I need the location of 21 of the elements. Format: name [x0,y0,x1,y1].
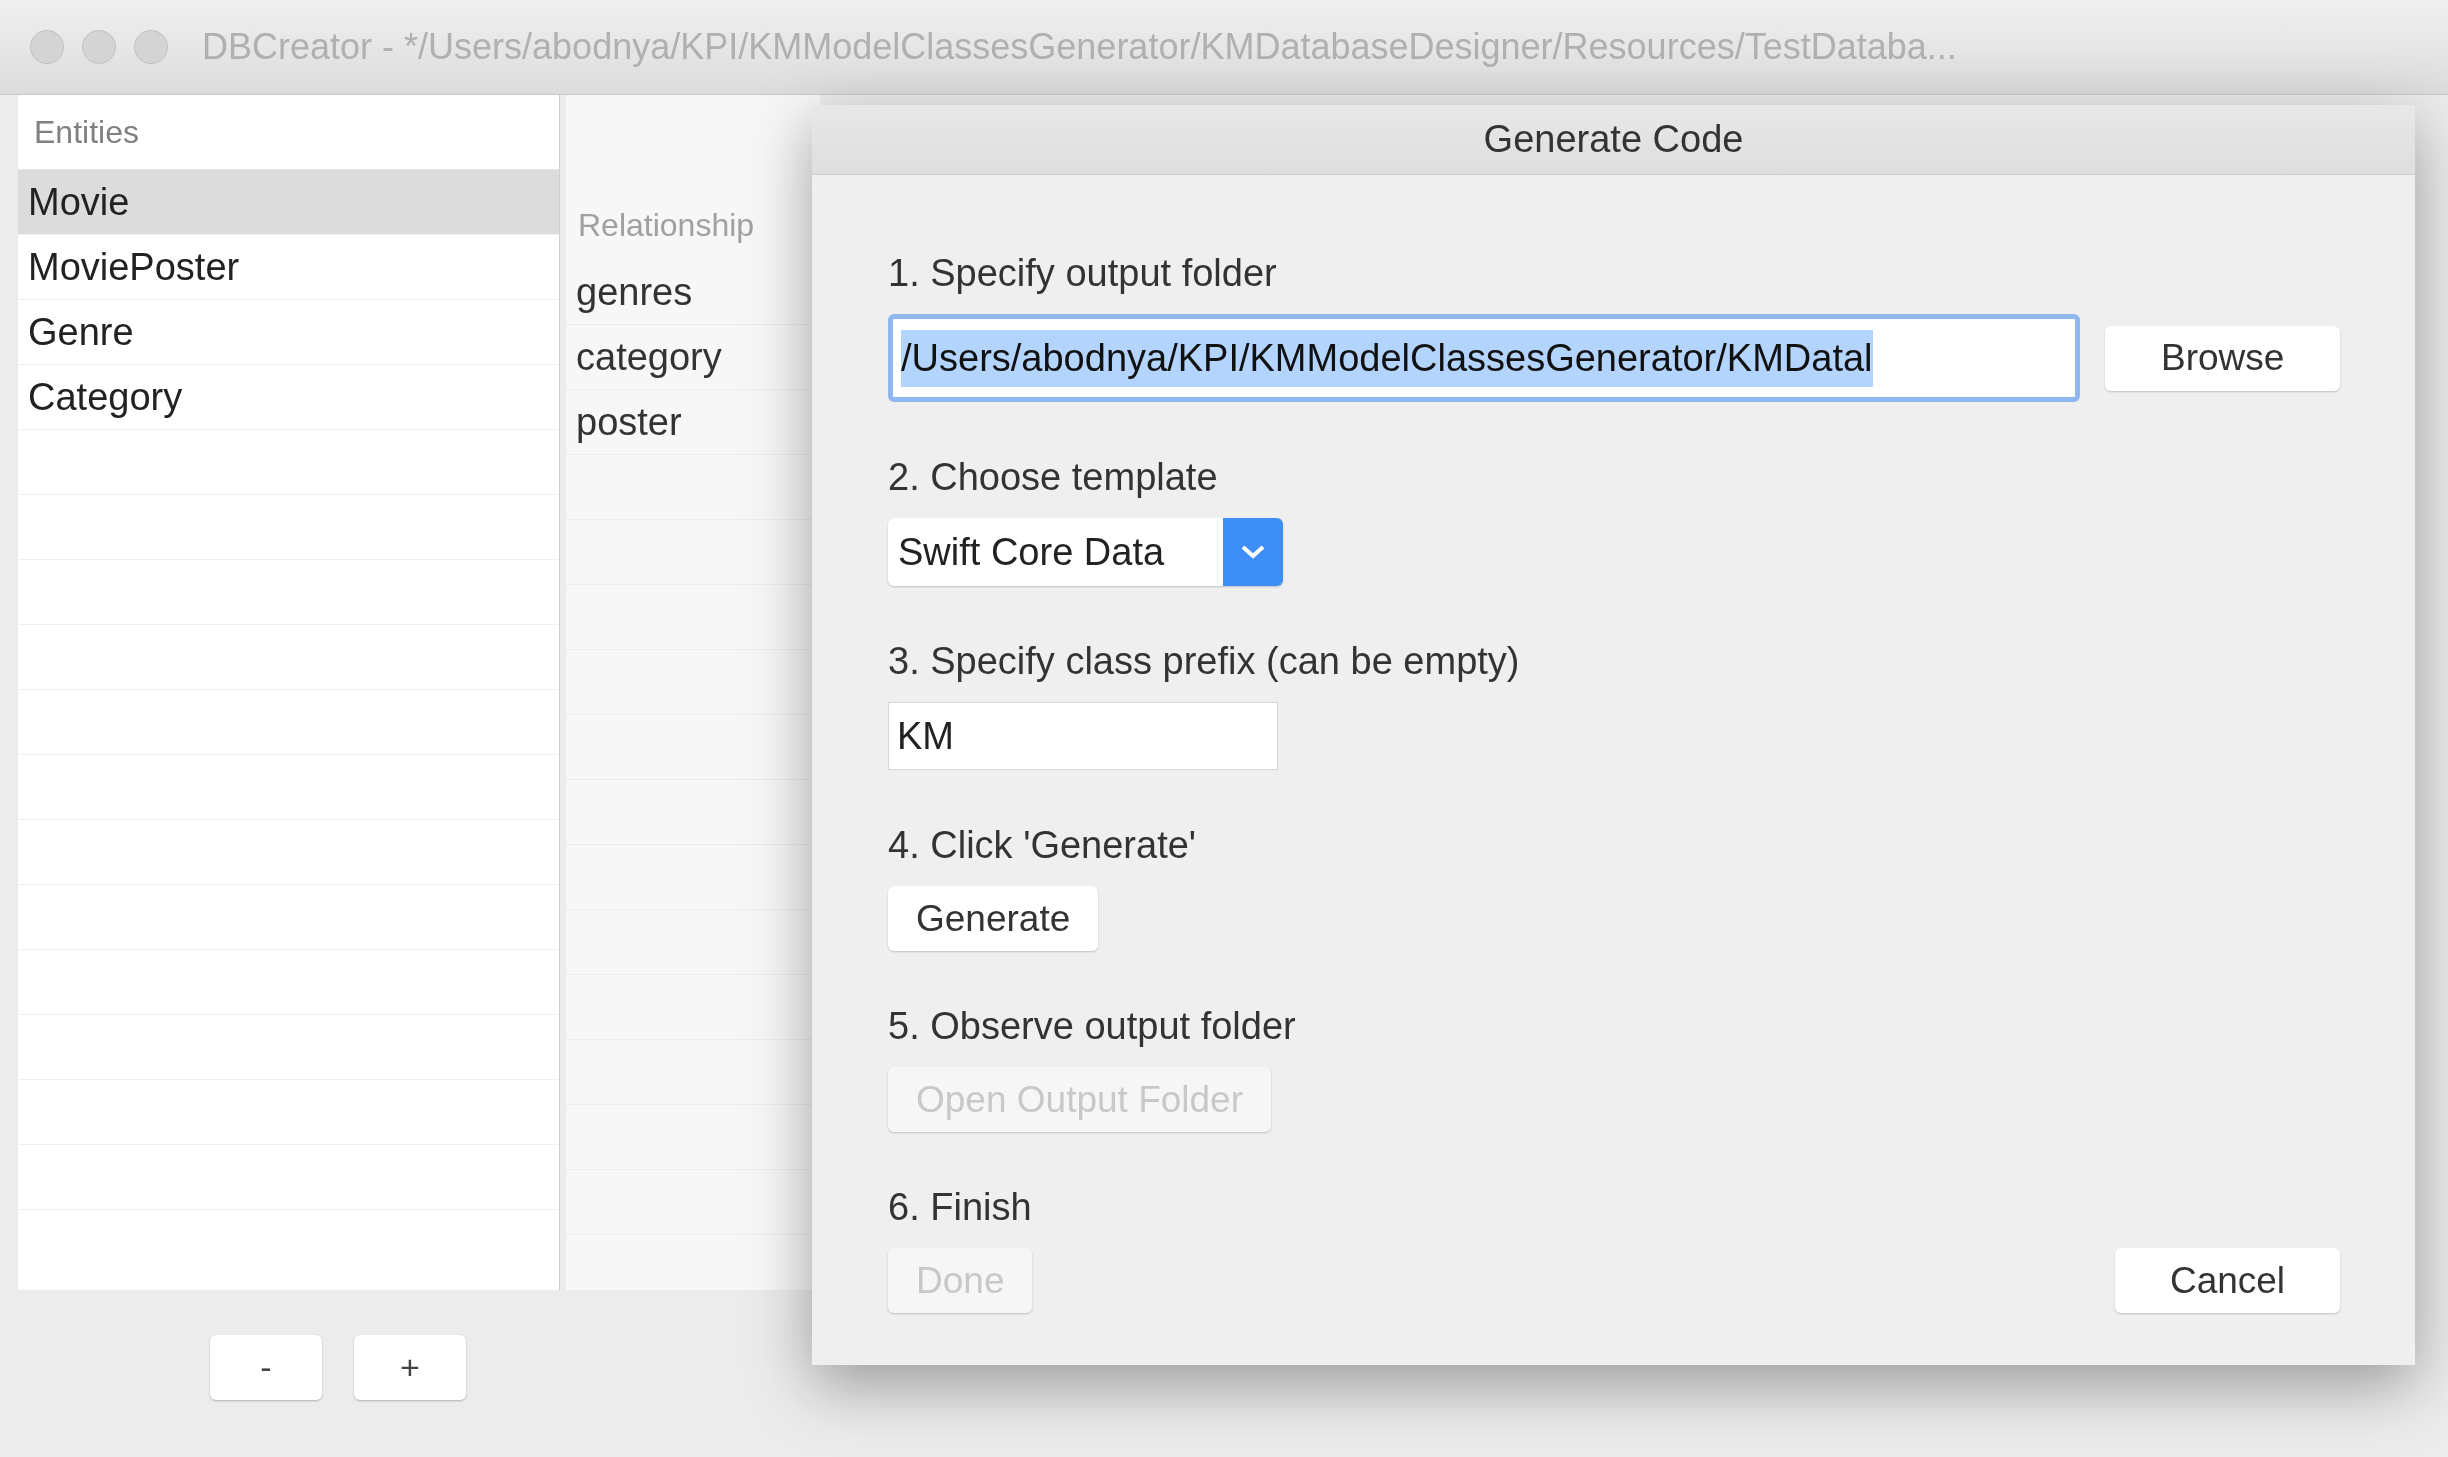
column-header: Relationship [578,206,755,245]
add-button[interactable]: + [354,1335,466,1400]
step-label: 4. Click 'Generate' [888,823,1198,868]
remove-button[interactable]: - [210,1335,322,1400]
close-window-icon[interactable] [30,30,64,64]
window-title: DBCreator - */Users/abodnya/KPI/KMModelClassesGenerator/KMDatabaseDesigner/Resources/TestDataba... [202,25,1957,69]
zoom-window-icon[interactable] [134,30,168,64]
entity-row[interactable]: Movie [18,170,559,235]
step-label: 6. Finish [888,1185,1033,1230]
folder-path-field[interactable]: /Users/abodnya/KPI/KMModelClassesGenerator/KMDatal [888,314,2081,402]
step-label: 2. Choose template [888,455,1219,500]
generate-button[interactable]: Generate [888,886,1099,951]
step-label: 5. Observe output folder [888,1004,1297,1049]
step-label: 3. Specify class prefix (can be empty) [888,639,1521,684]
template-dropdown[interactable]: Swift Core Data [888,518,1283,586]
browse-button[interactable]: Browse [2105,325,2340,391]
step-label: 1. Specify output folder [888,251,1278,296]
dialog-title: Generate Code [1483,117,1744,162]
prefix-field[interactable]: KM [888,702,1278,770]
column-header: Entities [34,113,139,152]
minimize-window-icon[interactable] [82,30,116,64]
